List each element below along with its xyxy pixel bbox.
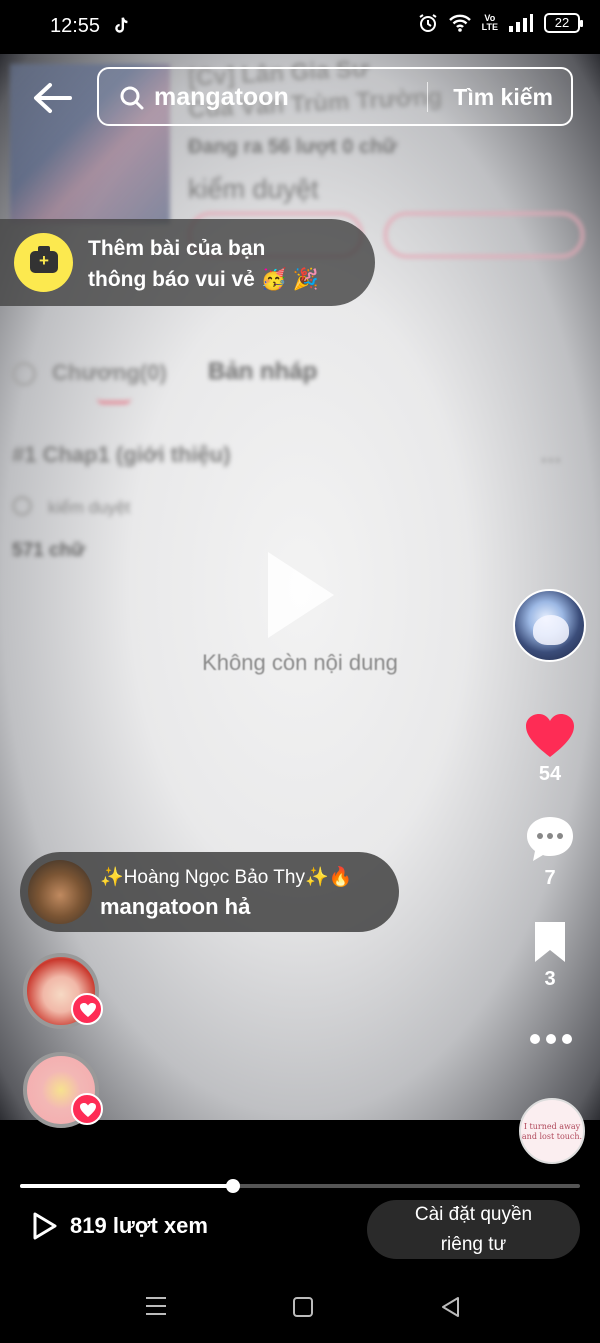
blurred-clock-icon-2 [12,496,32,516]
blurred-button-right [384,212,584,258]
bookmark-icon [535,922,565,962]
blurred-meta: Đang ra 56 lượt 0 chữ [188,136,397,158]
empty-message: Không còn nội dung [202,650,398,675]
sound-disc[interactable]: I turned away and lost touch. [519,1098,585,1164]
blurred-chapter-status: kiểm duyệt [48,498,131,517]
system-nav-bar [0,1276,600,1343]
nav-back-icon[interactable] [440,1296,460,1318]
search-divider [427,82,428,112]
recent-apps-icon[interactable] [145,1296,167,1316]
blurred-chapter-words: 571 chữ [12,540,85,561]
blurred-more: … [540,442,562,467]
heart-icon [526,714,574,757]
notification-line1: Thêm bài của bạn [88,237,266,260]
commenter-avatar[interactable] [28,860,92,924]
search-button[interactable]: Tìm kiếm [453,84,553,111]
tiktok-notification-icon [115,17,128,33]
status-bar: 12:55 Vo LTE 22 [0,0,600,54]
liked-heart-badge [71,1093,103,1125]
search-bar[interactable]: mangatoon Tìm kiếm [97,67,573,126]
signal-icon [509,14,533,32]
notification-text: Thêm bài của bạn thông báo vui vẻ 🥳 🎉 [88,233,319,295]
comment-text: mangatoon hả [100,894,251,919]
status-time: 12:55 [50,15,101,37]
wifi-icon [448,14,471,32]
blurred-tab-drafts: Bản nháp [208,358,318,385]
play-icon[interactable] [268,552,334,638]
liked-heart-badge [71,993,103,1025]
view-count[interactable]: 819 lượt xem [32,1211,208,1241]
video-player[interactable]: [Cv] Lân Gia Sư Của Vân Trùm Trường Đang… [0,54,600,1120]
privacy-line1: Cài đặt quyền [414,1204,533,1225]
blurred-tab-chapters: Chương(0) [52,360,167,385]
comment-icon [527,817,573,861]
search-input[interactable]: mangatoon [154,83,289,112]
save-button[interactable]: 3 [522,920,578,991]
comment-count: 7 [544,867,556,889]
notification-line2: thông báo vui vẻ 🥳 🎉 [88,268,319,291]
like-button[interactable]: 54 [522,713,578,786]
privacy-line2: riêng tư [440,1234,507,1255]
view-count-label: 819 lượt xem [70,1213,208,1238]
progress-knob[interactable] [225,1179,240,1193]
status-icons: Vo LTE 22 [418,13,583,33]
save-count: 3 [544,968,556,990]
video-progress-bar[interactable] [20,1179,580,1193]
progress-fill [20,1184,233,1188]
battery-icon: 22 [544,13,583,33]
blurred-clock-icon [12,362,36,386]
more-options-icon[interactable] [530,1034,572,1044]
commenter-username: ✨Hoàng Ngọc Bảo Thy✨🔥 [100,867,353,888]
blurred-status: kiểm duyệt [188,174,319,204]
volte-icon: Vo LTE [481,13,498,32]
comment-bubble[interactable]: ✨Hoàng Ngọc Bảo Thy✨🔥 mangatoon hả [20,852,399,932]
blurred-tab-indicator [97,398,131,404]
add-post-notification[interactable]: + Thêm bài của bạn thông báo vui vẻ 🥳 🎉 [0,219,375,306]
creator-avatar[interactable] [513,589,586,662]
home-icon[interactable] [293,1297,313,1317]
play-outline-icon [33,1212,57,1240]
comment-button[interactable]: 7 [522,815,578,890]
privacy-settings-button[interactable]: Cài đặt quyền riêng tư [367,1200,580,1259]
like-count: 54 [538,763,562,785]
alarm-icon [419,14,437,32]
back-arrow-icon[interactable] [30,80,74,116]
add-post-camera-icon[interactable]: + [14,233,73,292]
blurred-chapter-title: #1 Chap1 (giới thiệu) [12,442,231,467]
search-icon [120,86,144,110]
